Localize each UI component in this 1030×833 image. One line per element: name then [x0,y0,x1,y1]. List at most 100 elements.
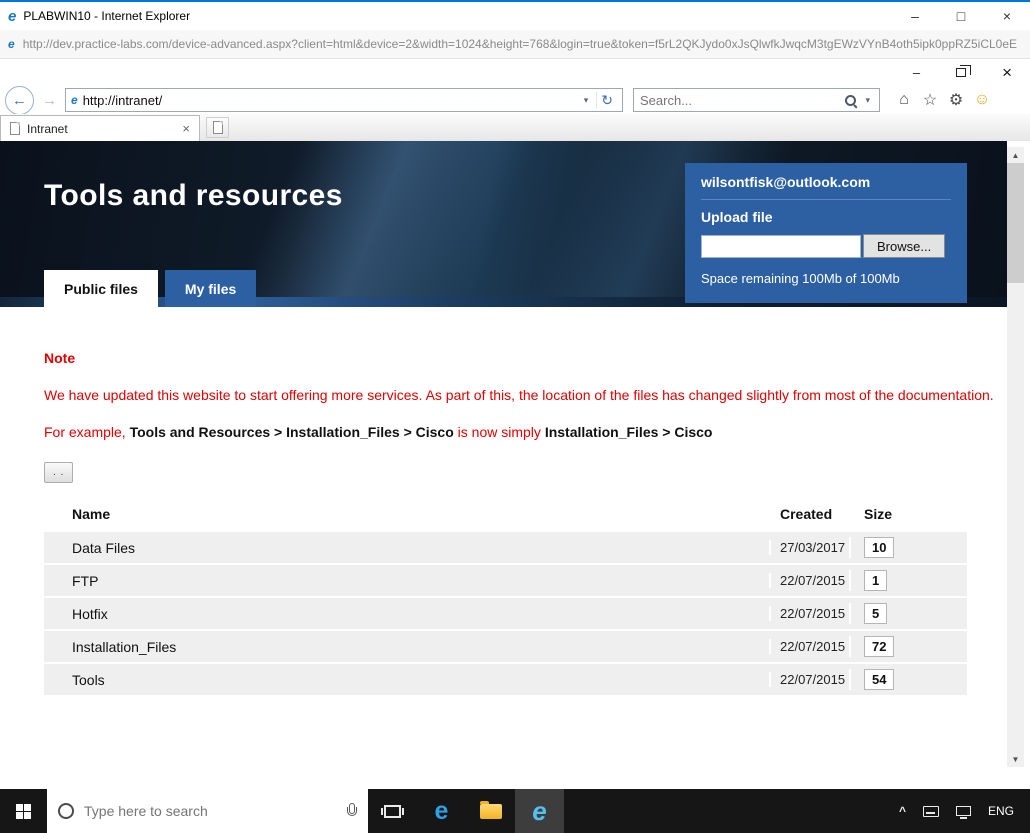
note-paragraph: We have updated this website to start of… [44,387,967,403]
internet-explorer-button[interactable]: e [515,789,564,833]
size-cell: 10 [849,537,967,558]
scroll-down-icon[interactable]: ▼ [1007,751,1024,767]
cortana-icon [58,803,74,819]
table-row[interactable]: Data Files 27/03/2017 10 [44,532,967,565]
inner-window-controls: – × [0,59,1030,86]
vertical-scrollbar[interactable]: ▲ ▼ [1007,147,1024,767]
windows-logo-icon [16,804,31,819]
touch-keyboard-icon[interactable] [923,806,939,817]
maximize-button[interactable]: □ [938,2,984,30]
file-explorer-button[interactable] [466,789,515,833]
created-date: 22/07/2015 [769,639,849,654]
home-icon[interactable]: ⌂ [891,91,917,109]
edge-button[interactable]: e [417,789,466,833]
upload-file-label: Upload file [701,209,951,225]
forward-button[interactable]: → [37,88,62,112]
table-row[interactable]: FTP 22/07/2015 1 [44,565,967,598]
files-table: Name Created Size Data Files 27/03/2017 … [44,496,967,697]
header-created: Created [769,506,849,522]
tab-intranet[interactable]: Intranet × [0,115,200,141]
back-button[interactable]: ← [5,86,34,115]
network-icon[interactable] [956,806,971,816]
created-date: 22/07/2015 [769,672,849,687]
table-row[interactable]: Tools 22/07/2015 54 [44,664,967,697]
scrollbar-thumb[interactable] [1007,163,1024,283]
outer-title-bar: e PLABWIN10 - Internet Explorer – □ × [0,0,1030,30]
task-view-icon [384,805,401,818]
edge-icon: e [435,799,449,824]
inner-restore-button[interactable] [956,68,966,77]
new-tab-button[interactable] [206,117,229,138]
new-tab-page-icon [213,121,223,134]
header-name: Name [44,506,769,522]
screen: e PLABWIN10 - Internet Explorer – □ × e … [0,0,1030,833]
tab-close-icon[interactable]: × [182,121,190,136]
example-prefix: For example, [44,424,130,440]
page-content: Tools and resources wilsontfisk@outlook.… [0,141,1007,772]
folder-name-link[interactable]: Installation_Files [44,639,769,655]
size-badge: 10 [864,537,894,558]
folder-name-link[interactable]: FTP [44,573,769,589]
size-badge: 5 [864,603,887,624]
taskbar-search-input[interactable] [84,803,336,819]
space-remaining-text: Space remaining 100Mb of 100Mb [701,271,951,286]
size-badge: 1 [864,570,887,591]
feedback-smiley-icon[interactable]: ☺ [969,91,995,109]
taskbar-search-box[interactable] [47,789,368,833]
table-row[interactable]: Hotfix 22/07/2015 5 [44,598,967,631]
folder-icon [480,804,502,819]
outer-address-bar[interactable]: e http://dev.practice-labs.com/device-ad… [0,30,1030,59]
table-row[interactable]: Installation_Files 22/07/2015 72 [44,631,967,664]
created-date: 22/07/2015 [769,606,849,621]
inner-minimize-button[interactable]: – [913,65,920,80]
tab-public-files[interactable]: Public files [44,270,158,307]
minimize-button[interactable]: – [892,2,938,30]
address-bar[interactable]: e ▾ ↻ [65,88,623,112]
search-icon[interactable] [844,94,857,107]
note-example-line: For example, Tools and Resources > Insta… [44,424,967,440]
ie-logo-icon: e [8,8,16,25]
search-dropdown-icon[interactable]: ▾ [862,95,873,106]
table-header-row: Name Created Size [44,496,967,532]
created-date: 27/03/2017 [769,540,849,555]
tab-page-icon [10,122,20,135]
size-cell: 54 [849,669,967,690]
dots-button[interactable]: . . [44,462,73,483]
size-cell: 5 [849,603,967,624]
window-title: PLABWIN10 - Internet Explorer [23,9,190,23]
browser-toolbar-icons: ⌂ ☆ ⚙ ☺ [891,90,995,110]
inner-nav-bar: ← → e ▾ ↻ ▾ ⌂ ☆ ⚙ ☺ [0,86,1030,114]
start-button[interactable] [0,789,47,833]
favorites-star-icon[interactable]: ☆ [917,90,943,110]
outer-window-controls: – □ × [892,2,1030,30]
scroll-up-icon[interactable]: ▲ [1007,147,1024,163]
microphone-icon[interactable] [346,803,357,820]
upload-file-row: Browse... [701,234,951,258]
outer-url-text[interactable]: http://dev.practice-labs.com/device-adva… [23,37,1017,51]
refresh-icon[interactable]: ↻ [596,92,617,109]
page-body: Note We have updated this website to sta… [0,350,1007,697]
folder-name-link[interactable]: Tools [44,672,769,688]
tab-my-files[interactable]: My files [165,270,256,307]
internet-explorer-icon: e [532,798,546,824]
browse-button[interactable]: Browse... [863,234,945,258]
address-dropdown-icon[interactable]: ▾ [581,95,592,106]
language-indicator[interactable]: ENG [988,804,1014,818]
size-badge: 72 [864,636,894,657]
inner-close-button[interactable]: × [1002,63,1012,83]
folder-name-link[interactable]: Data Files [44,540,769,556]
browser-search-input[interactable] [640,93,839,108]
upload-file-input[interactable] [701,235,861,258]
tray-chevron-up-icon[interactable]: ^ [899,804,906,818]
settings-gear-icon[interactable]: ⚙ [943,90,969,110]
close-button[interactable]: × [984,2,1030,30]
browser-search-box[interactable]: ▾ [633,88,880,112]
task-view-button[interactable] [368,789,417,833]
address-input[interactable] [83,93,576,108]
tab-label: Intranet [27,122,175,136]
page-favicon-icon: e [71,93,78,107]
user-email: wilsontfisk@outlook.com [701,174,951,200]
size-badge: 54 [864,669,894,690]
example-middle: is now simply [454,424,545,440]
folder-name-link[interactable]: Hotfix [44,606,769,622]
